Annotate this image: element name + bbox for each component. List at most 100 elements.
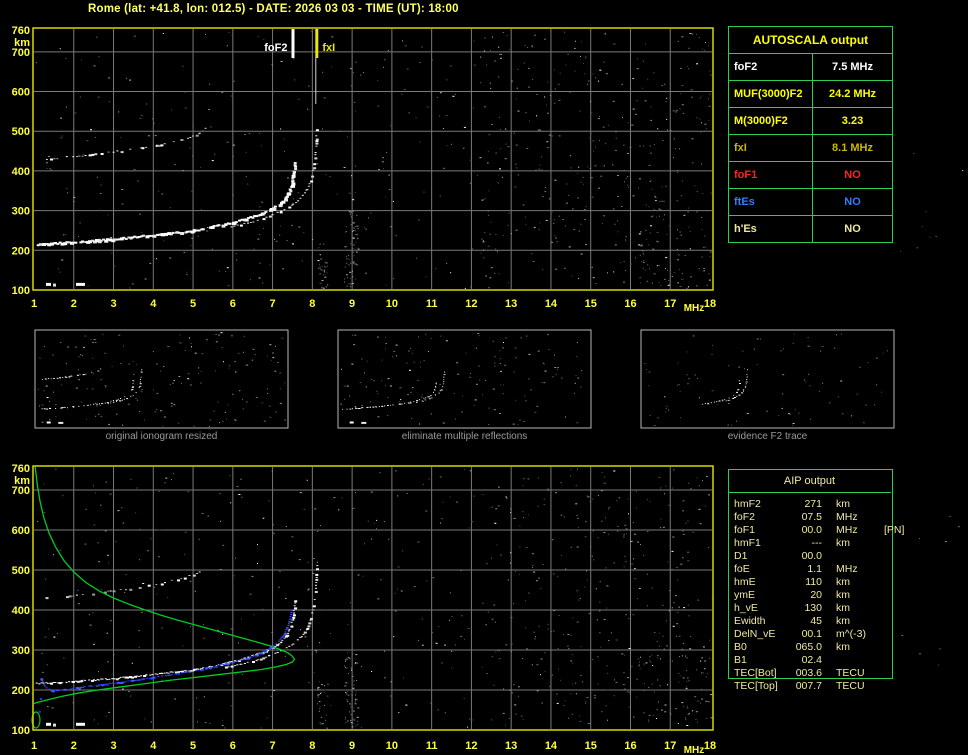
svg-text:1: 1 xyxy=(31,298,37,310)
aip-label: hmE xyxy=(734,576,756,588)
aip-unit: km xyxy=(836,589,850,601)
svg-text:100: 100 xyxy=(12,725,30,737)
table-row: foF2 07.5 MHz xyxy=(734,511,904,524)
svg-text:760: 760 xyxy=(12,463,30,475)
svg-text:7: 7 xyxy=(270,298,276,310)
svg-text:15: 15 xyxy=(585,298,597,310)
table-row: TEC[Top] 007.7 TECU xyxy=(734,680,904,693)
aip-extra xyxy=(884,589,904,602)
svg-text:3: 3 xyxy=(110,298,116,310)
parameter-value: NO xyxy=(844,196,861,208)
svg-text:6: 6 xyxy=(230,298,236,310)
aip-unit: km xyxy=(836,602,850,614)
table-row: Ewidth 45 km xyxy=(734,615,904,628)
parameter-label: fxI xyxy=(729,135,813,161)
svg-text:400: 400 xyxy=(12,166,30,178)
svg-text:7: 7 xyxy=(270,740,276,752)
thumbnail-original-ionogram xyxy=(34,329,289,429)
svg-text:13: 13 xyxy=(505,740,517,752)
bottom-ionogram-plot: 760km7006005004003002001001 2 3 4 5 6 7 8 9 10 11 1… xyxy=(12,463,716,755)
aip-value: 00.0 xyxy=(801,550,822,562)
table-row: foF2 7.5 MHz xyxy=(729,53,892,80)
aip-unit: km xyxy=(836,641,850,653)
aip-label: DelN_vE xyxy=(734,628,776,640)
parameter-label: M(3000)F2 xyxy=(729,108,813,134)
aip-label: foF2 xyxy=(734,511,756,523)
aip-label: Ewidth xyxy=(734,615,766,627)
aip-unit: km xyxy=(836,498,850,510)
svg-text:16: 16 xyxy=(624,740,636,752)
parameter-value: 3.23 xyxy=(841,115,864,127)
aip-label: hmF2 xyxy=(734,498,761,510)
thumbnail-eliminate-reflections xyxy=(337,329,592,429)
aip-extra xyxy=(884,550,904,563)
svg-text:2: 2 xyxy=(71,298,77,310)
svg-text:300: 300 xyxy=(12,206,30,218)
aip-value: 110 xyxy=(805,576,822,588)
aip-value: 1.1 xyxy=(807,563,822,575)
aip-unit: km xyxy=(836,615,850,627)
svg-text:6: 6 xyxy=(230,740,236,752)
aip-extra xyxy=(884,641,904,654)
svg-text:1: 1 xyxy=(31,740,37,752)
aip-extra xyxy=(884,667,904,680)
table-row: foF1 00.0 MHz [PN] xyxy=(734,524,904,537)
aip-unit: TECU xyxy=(836,667,865,679)
svg-text:18: 18 xyxy=(704,740,716,752)
aip-extra xyxy=(884,615,904,628)
table-row: M(3000)F2 3.23 xyxy=(729,107,892,134)
svg-text:2: 2 xyxy=(71,740,77,752)
aip-value: 065.0 xyxy=(795,641,822,653)
aip-label: B0 xyxy=(734,641,747,653)
svg-text:600: 600 xyxy=(12,87,30,99)
aip-value: 130 xyxy=(804,602,822,614)
aip-value: 271 xyxy=(804,498,822,510)
svg-text:200: 200 xyxy=(12,245,30,257)
parameter-label: foF2 xyxy=(729,54,813,80)
svg-text:300: 300 xyxy=(12,645,30,657)
aip-value: 007.7 xyxy=(795,680,822,692)
aip-extra xyxy=(884,563,904,576)
parameter-label: foF1 xyxy=(729,162,813,188)
svg-text:10: 10 xyxy=(386,298,398,310)
aip-unit xyxy=(836,654,884,667)
table-row: hmF1 --- km xyxy=(734,537,904,550)
table-row: h'Es NO xyxy=(729,215,892,242)
svg-text:9: 9 xyxy=(349,298,355,310)
svg-text:11: 11 xyxy=(426,298,438,310)
svg-text:fxI: fxI xyxy=(322,42,335,54)
svg-text:600: 600 xyxy=(12,525,30,537)
aip-label: foE xyxy=(734,563,750,575)
aip-value: --- xyxy=(811,537,823,549)
aip-extra xyxy=(884,498,904,511)
svg-text:3: 3 xyxy=(110,740,116,752)
aip-value: 07.5 xyxy=(801,511,822,523)
aip-value: 00.0 xyxy=(801,524,822,536)
aip-label: foF1 xyxy=(734,524,756,536)
table-row: B1 02.4 xyxy=(734,654,904,667)
svg-text:18: 18 xyxy=(704,298,716,310)
thumbnail-label-original: original ionogram resized xyxy=(105,431,218,442)
table-row: ymE 20 km xyxy=(734,589,904,602)
svg-text:16: 16 xyxy=(624,298,636,310)
table-row: D1 00.0 xyxy=(734,550,904,563)
aip-value: 003.6 xyxy=(795,667,822,679)
aip-extra xyxy=(884,511,904,524)
svg-text:700: 700 xyxy=(12,47,30,59)
table-row: ftEs NO xyxy=(729,188,892,215)
autoscala-output-panel: AUTOSCALA output foF2 7.5 MHz MUF(3000)F2 2… xyxy=(728,26,893,243)
thumbnail-label-eliminate-reflections: eliminate multiple reflections xyxy=(401,431,528,442)
table-row: MUF(3000)F2 24.2 MHz xyxy=(729,80,892,107)
autoscala-output-rows: foF2 7.5 MHz MUF(3000)F2 24.2 MHz M(3000)F2 3… xyxy=(729,53,892,242)
aip-value: 20 xyxy=(810,589,822,601)
svg-text:12: 12 xyxy=(465,740,477,752)
svg-text:11: 11 xyxy=(426,740,438,752)
aip-unit: TECU xyxy=(836,680,865,692)
svg-text:700: 700 xyxy=(12,485,30,497)
aip-value: 00.1 xyxy=(801,628,822,640)
aip-unit: MHz xyxy=(836,524,858,536)
svg-text:500: 500 xyxy=(12,565,30,577)
svg-text:14: 14 xyxy=(545,740,558,752)
svg-text:foF2: foF2 xyxy=(264,42,287,54)
thumbnail-evidence-f2-trace xyxy=(640,329,895,429)
